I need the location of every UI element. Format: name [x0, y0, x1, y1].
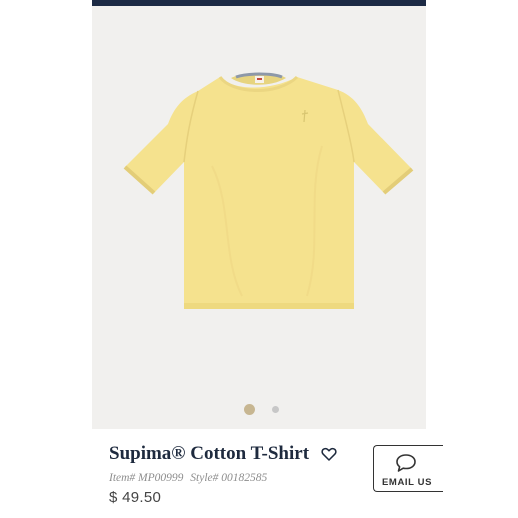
email-us-button[interactable]: EMAIL US	[373, 445, 443, 492]
title-row: Supima® Cotton T-Shirt	[109, 443, 337, 465]
carousel-dots	[244, 403, 279, 415]
chat-bubble-icon	[396, 454, 416, 472]
page-margin	[426, 0, 518, 518]
yellow-t-shirt-image	[92, 6, 426, 429]
item-number: Item# MP00999	[109, 472, 184, 484]
carousel-dot-1[interactable]	[244, 403, 255, 415]
product-price: $ 49.50	[109, 489, 162, 506]
heart-icon[interactable]	[321, 446, 337, 462]
style-number: Style# 00182585	[190, 472, 268, 484]
product-page: Supima® Cotton T-Shirt Item# MP00999 Sty…	[0, 0, 518, 518]
carousel-dot-2[interactable]	[272, 405, 279, 413]
product-image[interactable]	[92, 6, 426, 429]
product-title: Supima® Cotton T-Shirt	[109, 443, 310, 464]
item-style-line: Item# MP00999 Style# 00182585	[109, 472, 267, 484]
email-us-label: EMAIL US	[382, 477, 433, 488]
